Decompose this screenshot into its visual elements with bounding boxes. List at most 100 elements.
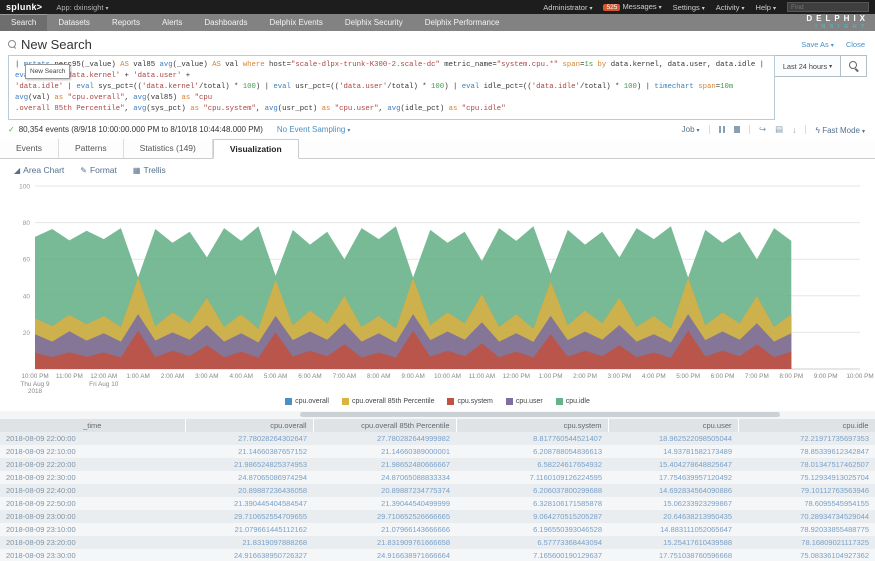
cell-time[interactable]: 2018-08-09 22:30:00 [0, 471, 185, 484]
save-as-button[interactable]: Save As▾ [801, 40, 834, 49]
cell-value[interactable]: 6.196550393046528 [456, 523, 608, 536]
cell-value[interactable]: 79.10112763563946 [738, 484, 875, 497]
column-header-cpu-overall-85th-percentile[interactable]: cpu.overall 85th Percentile [313, 419, 456, 432]
legend-item-cpu.overall-85th-percentile[interactable]: cpu.overall 85th Percentile [342, 398, 435, 405]
cell-value[interactable]: 21.8319097888268 [185, 536, 313, 549]
nav-item-dashboards[interactable]: Dashboards [193, 14, 258, 31]
cell-value[interactable]: 21.14660389000001 [313, 445, 456, 458]
nav-item-delphix-events[interactable]: Delphix Events [259, 14, 334, 31]
cell-value[interactable]: 17.751038760596668 [608, 549, 738, 561]
cell-time[interactable]: 2018-08-09 23:30:00 [0, 549, 185, 561]
cell-value[interactable]: 6.206037800299688 [456, 484, 608, 497]
cell-value[interactable]: 21.14660387657152 [185, 445, 313, 458]
cell-value[interactable]: 75.12934913025704 [738, 471, 875, 484]
cell-value[interactable]: 78.6095545954155 [738, 497, 875, 510]
nav-item-alerts[interactable]: Alerts [151, 14, 193, 31]
chart-type-picker[interactable]: ◢ Area Chart [14, 165, 64, 175]
cell-value[interactable]: 29.710652554709655 [185, 510, 313, 523]
nav-item-datasets[interactable]: Datasets [47, 14, 101, 31]
cell-value[interactable]: 24.87065086974294 [185, 471, 313, 484]
cell-value[interactable]: 20.89887234775374 [313, 484, 456, 497]
menu-settings[interactable]: Settings▾ [673, 3, 705, 12]
cell-value[interactable]: 21.390445404584547 [185, 497, 313, 510]
cell-value[interactable]: 17.754639957120492 [608, 471, 738, 484]
cell-value[interactable]: 21.39044540499999 [313, 497, 456, 510]
cell-value[interactable]: 14.93781582173489 [608, 445, 738, 458]
legend-item-cpu.overall[interactable]: cpu.overall [285, 398, 329, 405]
time-range-picker[interactable]: Last 24 hours▾ [775, 55, 841, 77]
cell-value[interactable]: 20.89887236436058 [185, 484, 313, 497]
cell-value[interactable]: 7.1160109126224595 [456, 471, 608, 484]
cell-value[interactable]: 15.06233923299867 [608, 497, 738, 510]
cell-value[interactable]: 18.962522098505044 [608, 432, 738, 445]
messages-menu[interactable]: 525 Messages▾ [603, 2, 661, 12]
chart-plot-area[interactable]: 20406080100 [0, 179, 875, 371]
fast-mode-menu[interactable]: ϟ Fast Mode▾ [815, 125, 865, 135]
nav-item-reports[interactable]: Reports [101, 14, 151, 31]
cell-time[interactable]: 2018-08-09 22:50:00 [0, 497, 185, 510]
splunk-logo[interactable]: splunk> [6, 2, 42, 12]
find-input[interactable] [787, 2, 869, 12]
cell-time[interactable]: 2018-08-09 23:10:00 [0, 523, 185, 536]
cell-value[interactable]: 21.986524825374953 [185, 458, 313, 471]
print-icon[interactable]: ▤ [775, 124, 783, 135]
cell-value[interactable]: 78.92033855488775 [738, 523, 875, 536]
tab-statistics-149[interactable]: Statistics (149) [124, 139, 213, 158]
cell-time[interactable]: 2018-08-09 22:00:00 [0, 432, 185, 445]
close-button[interactable]: Close [846, 40, 865, 49]
cell-time[interactable]: 2018-08-09 22:10:00 [0, 445, 185, 458]
column-header-cpu-system[interactable]: cpu.system [456, 419, 608, 432]
nav-item-delphix-security[interactable]: Delphix Security [334, 14, 414, 31]
cell-value[interactable]: 8.817760544521407 [456, 432, 608, 445]
menu-help[interactable]: Help▾ [756, 3, 776, 12]
cell-value[interactable]: 15.404278648825647 [608, 458, 738, 471]
column-header-cpu-user[interactable]: cpu.user [608, 419, 738, 432]
column-header--time[interactable]: _time [0, 419, 185, 432]
legend-item-cpu.idle[interactable]: cpu.idle [556, 398, 590, 405]
cell-value[interactable]: 21.079661445112162 [185, 523, 313, 536]
cell-value[interactable]: 75.08336104927362 [738, 549, 875, 561]
pause-job-icon[interactable] [719, 126, 725, 133]
cell-value[interactable]: 15.25417610439588 [608, 536, 738, 549]
column-header-cpu-idle[interactable]: cpu.idle [738, 419, 875, 432]
cell-value[interactable]: 6.58224617654932 [456, 458, 608, 471]
cell-value[interactable]: 21.831909761666658 [313, 536, 456, 549]
cell-value[interactable]: 24.87065088833334 [313, 471, 456, 484]
event-sampling-menu[interactable]: No Event Sampling▾ [277, 125, 351, 134]
nav-item-delphix-performance[interactable]: Delphix Performance [414, 14, 511, 31]
cell-value[interactable]: 78.01347517462507 [738, 458, 875, 471]
menu-administrator[interactable]: Administrator▾ [543, 3, 592, 12]
cell-value[interactable]: 20.64638213950435 [608, 510, 738, 523]
cell-value[interactable]: 21.07966143666666 [313, 523, 456, 536]
tab-patterns[interactable]: Patterns [59, 139, 124, 158]
search-query-input[interactable]: | mstats perc95(_value) AS val85 avg(_va… [8, 55, 775, 120]
job-menu[interactable]: Job▾ [682, 125, 700, 134]
menu-activity[interactable]: Activity▾ [716, 3, 745, 12]
cell-value[interactable]: 9.064270515205287 [456, 510, 608, 523]
cell-value[interactable]: 21.98652480666667 [313, 458, 456, 471]
cell-time[interactable]: 2018-08-09 22:40:00 [0, 484, 185, 497]
tab-visualization[interactable]: Visualization [213, 139, 299, 159]
cell-value[interactable]: 6.208788054836613 [456, 445, 608, 458]
tab-events[interactable]: Events [0, 139, 59, 158]
area-chart[interactable]: 20406080100 10:00 PMThu Aug 9201811:00 P… [0, 179, 875, 411]
table-horizontal-scrollbar[interactable] [0, 411, 875, 419]
export-icon[interactable]: ↓ [792, 125, 796, 135]
cell-value[interactable]: 6.328106171585878 [456, 497, 608, 510]
cell-value[interactable]: 27.780282644999982 [313, 432, 456, 445]
format-menu[interactable]: ✎ Format [80, 165, 117, 175]
cell-value[interactable]: 6.57773368443094 [456, 536, 608, 549]
nav-item-search[interactable]: Search [0, 14, 47, 31]
cell-time[interactable]: 2018-08-09 23:20:00 [0, 536, 185, 549]
cell-value[interactable]: 7.165600190129637 [456, 549, 608, 561]
share-icon[interactable]: ↪ [759, 124, 766, 135]
cell-value[interactable]: 29.710652526666665 [313, 510, 456, 523]
cell-time[interactable]: 2018-08-09 22:20:00 [0, 458, 185, 471]
cell-value[interactable]: 27.78028264302647 [185, 432, 313, 445]
scrollbar-thumb[interactable] [300, 412, 780, 417]
run-search-button[interactable] [841, 55, 867, 77]
cell-value[interactable]: 78.16809021117325 [738, 536, 875, 549]
cell-value[interactable]: 24.916638971666664 [313, 549, 456, 561]
cell-value[interactable]: 14.692834564090886 [608, 484, 738, 497]
app-selector[interactable]: App: dxinsight▾ [56, 3, 108, 12]
